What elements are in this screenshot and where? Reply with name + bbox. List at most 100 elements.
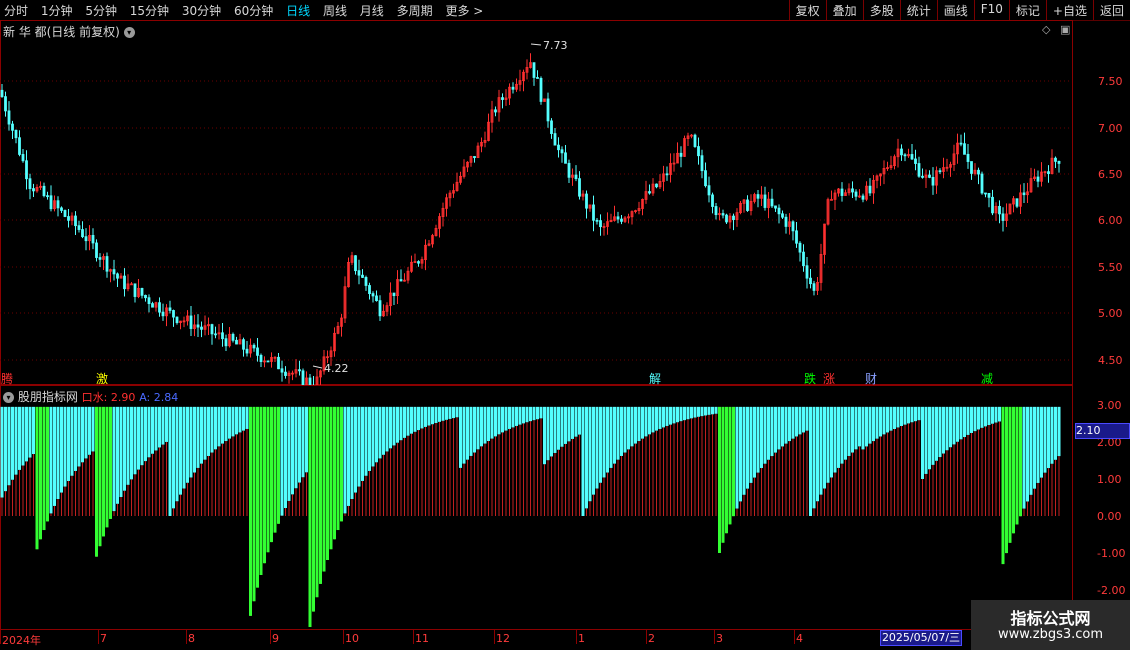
candle (168, 300, 172, 314)
candle (420, 256, 424, 269)
mark-button[interactable]: 标记 (1008, 0, 1046, 20)
overlay-button[interactable]: 叠加 (825, 0, 863, 20)
candle (175, 316, 179, 325)
tab-monthly[interactable]: 月线 (360, 4, 384, 18)
candle (259, 353, 263, 368)
candle (592, 195, 595, 232)
indicator-bar (88, 406, 91, 516)
candle (889, 155, 893, 171)
indicator-bar (81, 406, 84, 516)
indicator-bar (326, 406, 329, 561)
candle (417, 260, 420, 267)
indicator-bar (483, 406, 487, 516)
indicator-bar (599, 406, 602, 516)
candle (11, 120, 14, 140)
event-tag[interactable]: 涨 (822, 370, 836, 387)
indicator-bar (392, 406, 396, 516)
tab-15min[interactable]: 15分钟 (130, 4, 169, 18)
indicator-bar (518, 406, 522, 516)
tab-weekly[interactable]: 周线 (323, 4, 347, 18)
event-tag[interactable]: 财 (864, 370, 878, 387)
candle (1012, 195, 1015, 213)
tab-1min[interactable]: 1分钟 (41, 4, 73, 18)
indicator-bar (21, 406, 25, 516)
candle (515, 78, 518, 92)
indicator-bar (371, 406, 375, 516)
event-tag[interactable]: 减 (980, 370, 994, 387)
candle (151, 301, 154, 308)
indicator-bar (70, 406, 74, 516)
tab-multi-period[interactable]: 多周期 (397, 4, 433, 18)
indicator-bar (735, 406, 739, 516)
indicator-bar (889, 406, 893, 516)
statistics-button[interactable]: 统计 (899, 0, 937, 20)
indicator-bar (921, 406, 924, 516)
candle (403, 273, 406, 282)
tab-5min[interactable]: 5分钟 (85, 4, 117, 18)
candle (32, 183, 35, 198)
candle (291, 370, 294, 381)
indicator-bar (868, 406, 872, 516)
back-button[interactable]: 返回 (1092, 0, 1130, 20)
indicator-bar (504, 406, 508, 516)
candle (242, 337, 245, 357)
candle (546, 92, 550, 128)
candle (483, 131, 487, 148)
candle (305, 371, 308, 385)
event-tag[interactable]: 激 (95, 370, 109, 387)
f10-button[interactable]: F10 (973, 0, 1009, 20)
candle (984, 192, 987, 198)
candle (1036, 170, 1040, 188)
candle (287, 370, 291, 384)
date-label: 2 (648, 632, 655, 645)
candle (872, 175, 875, 204)
candle (844, 189, 847, 197)
date-tick (270, 630, 271, 644)
tab-30min[interactable]: 30分钟 (182, 4, 221, 18)
indicator-bar (826, 406, 830, 516)
multi-stock-button[interactable]: 多股 (862, 0, 900, 20)
indicator-bar (896, 406, 900, 516)
indicator-bar (704, 406, 707, 516)
draw-line-button[interactable]: 画线 (936, 0, 974, 20)
candle (14, 129, 18, 144)
indicator-bar (455, 406, 459, 516)
indicator-bar (172, 406, 175, 516)
candle (711, 192, 714, 214)
candle (364, 275, 368, 291)
tab-60min[interactable]: 60分钟 (234, 4, 273, 18)
event-tag[interactable]: 腾 (0, 370, 14, 387)
indicator-bar (420, 406, 424, 516)
indicator-tick: 1.00 (1097, 473, 1122, 486)
indicator-bar (564, 406, 567, 516)
candle (392, 292, 396, 305)
candle (210, 323, 214, 345)
candle (676, 142, 679, 164)
indicator-bar (466, 406, 469, 516)
indicator-bar (417, 406, 420, 516)
candle (840, 182, 844, 202)
indicator-bar (879, 406, 882, 516)
candle (655, 183, 658, 189)
candle (966, 143, 970, 169)
candlestick-chart[interactable]: 7.50 7.00 6.50 6.00 5.50 5.00 4.50 7.73 4.22 (0, 20, 1130, 385)
tab-daily[interactable]: 日线 (286, 4, 310, 18)
indicator-bar (207, 406, 210, 516)
add-watchlist-button[interactable]: +自选 (1045, 0, 1093, 20)
indicator-bar (7, 406, 11, 516)
indicator-bar (728, 406, 732, 525)
tab-more[interactable]: 更多 > (445, 4, 483, 18)
candle (560, 146, 564, 163)
indicator-bar (994, 406, 998, 516)
candle (634, 209, 637, 214)
fuquan-button[interactable]: 复权 (788, 0, 826, 20)
tab-fenshi[interactable]: 分时 (4, 4, 28, 18)
event-tag[interactable]: 跌 (803, 370, 817, 387)
event-tag[interactable]: 解 (648, 370, 662, 387)
indicator-bar (602, 406, 606, 516)
indicator-chart[interactable]: 3.002.001.000.00-1.00-2.00 (0, 385, 1130, 630)
indicator-bar (917, 406, 921, 516)
candle (749, 194, 753, 216)
candle (284, 366, 287, 379)
candle (221, 322, 224, 347)
